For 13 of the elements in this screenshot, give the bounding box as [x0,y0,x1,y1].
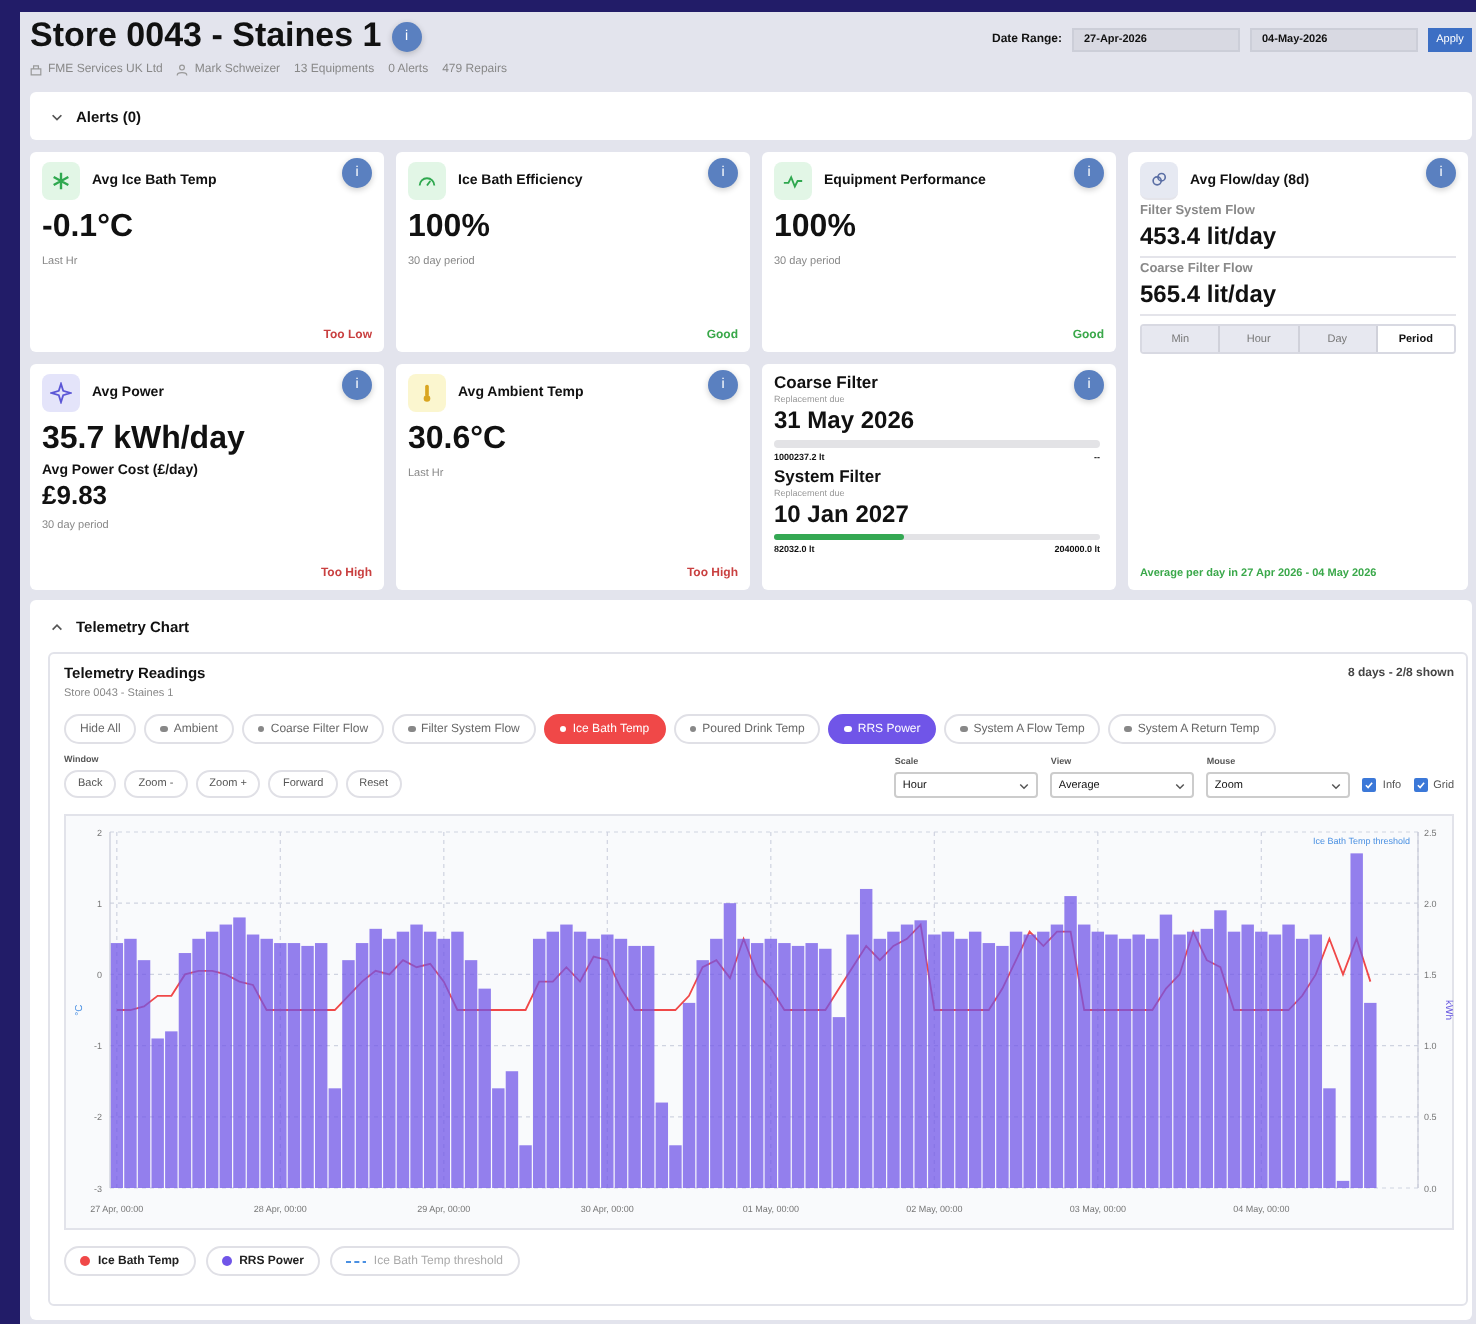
metric-value: -0.1°C [42,210,136,246]
metric-value: 100% [774,210,858,246]
due-date: 10 Jan 2027 [774,499,911,527]
due-date: 31 May 2026 [774,406,917,434]
filter-name: System Filter [774,465,881,485]
page-title: Store 0043 - Staines 1 [30,16,382,56]
flow-value: 453.4 lit/day [1140,222,1279,250]
metric-value: 100% [408,210,492,246]
metric-value: 35.7 kWh/day [42,422,247,458]
filter-name: Coarse Filter [774,372,878,392]
metric-value: 30.6°C [408,422,509,458]
cost-value: £9.83 [42,480,110,510]
flow-value: 565.4 lit/day [1140,280,1279,308]
